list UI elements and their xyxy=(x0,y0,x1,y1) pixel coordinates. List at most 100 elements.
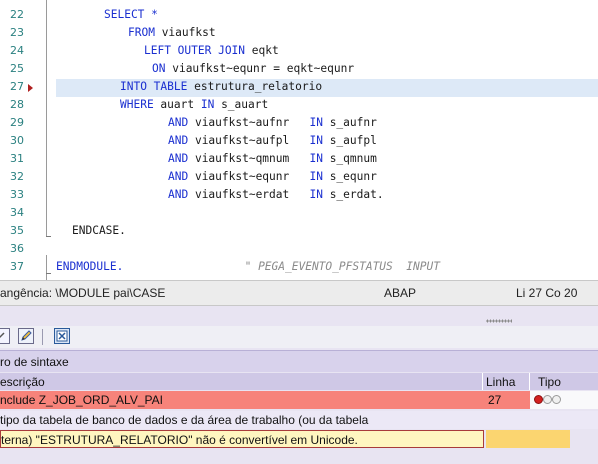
code-text: FROM viaufkst xyxy=(128,26,216,39)
edit-button[interactable] xyxy=(18,328,34,344)
identifier-token: ENDCASE. xyxy=(72,224,126,237)
code-line[interactable]: 36 xyxy=(0,241,598,259)
fold-bracket xyxy=(46,0,47,236)
partial-toolbar-button[interactable] xyxy=(0,328,10,344)
code-line[interactable]: 33 AND viaufkst~erdat IN s_erdat. xyxy=(0,187,598,205)
line-number: 29 xyxy=(10,116,24,129)
line-number: 23 xyxy=(10,26,24,39)
line-number: 24 xyxy=(10,44,24,57)
code-text: AND viaufkst~qmnum IN s_qmnum xyxy=(168,152,377,165)
column-divider xyxy=(529,373,530,390)
identifier-token: s_equnr xyxy=(329,170,377,183)
line-number: 34 xyxy=(10,206,24,219)
error-type-cell[interactable] xyxy=(530,391,598,409)
toggle-button[interactable] xyxy=(54,328,70,344)
code-line[interactable]: 28 WHERE auart IN s_auart xyxy=(0,97,598,115)
identifier-token: s_aufnr xyxy=(329,116,377,129)
code-line[interactable]: 32 AND viaufkst~equnr IN s_equnr xyxy=(0,169,598,187)
line-number: 28 xyxy=(10,98,24,111)
line-number: 31 xyxy=(10,152,24,165)
keyword-token: LEFT OUTER JOIN xyxy=(144,44,252,57)
code-line[interactable]: 29 AND viaufkst~aufnr IN s_aufnr xyxy=(0,115,598,133)
fold-bracket-end xyxy=(46,236,51,237)
identifier-token: estrutura_relatorio xyxy=(194,80,323,93)
identifier-token: viaufkst~equnr xyxy=(194,170,310,183)
line-number: 30 xyxy=(10,134,24,147)
keyword-token: ON xyxy=(152,62,173,75)
keyword-token: AND xyxy=(168,188,195,201)
identifier-token: viaufkst~equnr = eqkt~equnr xyxy=(172,62,355,75)
error-detail-line: tipo da tabela de banco de dados e da ár… xyxy=(0,411,598,429)
keyword-token: SELECT * xyxy=(104,8,158,21)
line-number: 32 xyxy=(10,170,24,183)
identifier-token: s_auart xyxy=(221,98,269,111)
code-line[interactable]: 24 LEFT OUTER JOIN eqkt xyxy=(0,43,598,61)
code-line[interactable]: 22 SELECT * xyxy=(0,7,598,25)
code-text: ON viaufkst~equnr = eqkt~equnr xyxy=(152,62,354,75)
identifier-token: viaufkst~erdat xyxy=(194,188,310,201)
column-header-description[interactable]: escrição xyxy=(0,375,45,389)
line-number: 37 xyxy=(10,260,24,273)
identifier-token: viaufkst~qmnum xyxy=(194,152,310,165)
keyword-token: AND xyxy=(168,152,195,165)
message-table-header: escrição Linha Tipo xyxy=(0,373,598,390)
pencil-icon xyxy=(21,330,32,341)
fold-bracket xyxy=(46,255,47,280)
line-number: 33 xyxy=(10,188,24,201)
code-text: AND viaufkst~aufnr IN s_aufnr xyxy=(168,116,377,129)
keyword-token: FROM xyxy=(128,26,162,39)
error-detail-text-2: terna) "ESTRUTURA_RELATORIO" não é conve… xyxy=(1,433,358,447)
identifier-token: s_qmnum xyxy=(329,152,377,165)
identifier-token: viaufkst~aufpl xyxy=(194,134,310,147)
fold-bracket-end xyxy=(46,273,51,274)
identifier-token: s_aufpl xyxy=(329,134,377,147)
code-text: ENDMODULE. " PEGA_EVENTO_PFSTATUS INPUT xyxy=(56,260,440,273)
status-cursor-position: Li 27 Co 20 xyxy=(516,286,578,300)
code-text: ENDCASE. xyxy=(72,224,126,237)
keyword-token: IN xyxy=(200,98,222,111)
code-line[interactable]: 35 ENDCASE. xyxy=(0,223,598,241)
error-row-description: nclude Z_JOB_ORD_ALV_PAI xyxy=(0,393,163,407)
error-detail-text-1: tipo da tabela de banco de dados e da ár… xyxy=(0,413,369,427)
keyword-token: AND xyxy=(168,116,195,129)
message-toolbar xyxy=(0,326,598,348)
code-text: WHERE auart IN s_auart xyxy=(120,98,268,111)
identifier-token: eqkt xyxy=(251,44,279,57)
partial-icon xyxy=(0,332,5,339)
line-number: 27 xyxy=(10,80,24,93)
code-line[interactable]: 30 AND viaufkst~aufpl IN s_aufpl xyxy=(0,133,598,151)
code-line[interactable]: 34 xyxy=(0,205,598,223)
error-detail-cell-highlight xyxy=(486,430,570,448)
code-text: AND viaufkst~erdat IN s_erdat. xyxy=(168,188,384,201)
identifier-token: auart xyxy=(160,98,201,111)
code-text: LEFT OUTER JOIN eqkt xyxy=(144,44,279,57)
keyword-token: AND xyxy=(168,134,195,147)
error-detail-line-selected[interactable]: terna) "ESTRUTURA_RELATORIO" não é conve… xyxy=(0,430,484,448)
identifier-token: viaufkst~aufnr xyxy=(194,116,310,129)
splitter-grip[interactable] xyxy=(486,319,512,323)
column-header-line[interactable]: Linha xyxy=(486,375,515,389)
comment-token: " PEGA_EVENTO_PFSTATUS INPUT xyxy=(123,260,440,273)
panel-title: ro de sintaxe xyxy=(0,350,598,372)
code-line[interactable]: 37 ENDMODULE. " PEGA_EVENTO_PFSTATUS INPU… xyxy=(0,259,598,277)
keyword-token: IN xyxy=(309,170,330,183)
keyword-token: ENDMODULE. xyxy=(56,260,124,273)
column-header-type[interactable]: Tipo xyxy=(538,375,561,389)
status-context: angência: \MODULE pai\CASE xyxy=(0,286,166,300)
code-editor[interactable]: 22 SELECT * 23 FROM viaufkst 24 LEFT OUTER JO… xyxy=(0,0,598,280)
code-text: AND viaufkst~aufpl IN s_aufpl xyxy=(168,134,377,147)
error-message-row[interactable]: nclude Z_JOB_ORD_ALV_PAI 27 xyxy=(0,391,598,409)
panel-title-text: ro de sintaxe xyxy=(0,355,69,369)
identifier-token: viaufkst xyxy=(161,26,216,39)
line-number: 35 xyxy=(10,224,24,237)
code-line[interactable]: 31 AND viaufkst~qmnum IN s_qmnum xyxy=(0,151,598,169)
keyword-token: AND xyxy=(168,170,195,183)
keyword-token: IN xyxy=(309,152,330,165)
code-line[interactable]: 25 ON viaufkst~equnr = eqkt~equnr xyxy=(0,61,598,79)
line-number: 22 xyxy=(10,8,24,21)
toolbar-separator xyxy=(42,329,43,345)
code-line[interactable]: 27 INTO TABLE estrutura_relatorio xyxy=(10,79,598,97)
line-number: 36 xyxy=(10,242,24,255)
keyword-token: IN xyxy=(309,116,330,129)
code-line[interactable]: 23 FROM viaufkst xyxy=(0,25,598,43)
